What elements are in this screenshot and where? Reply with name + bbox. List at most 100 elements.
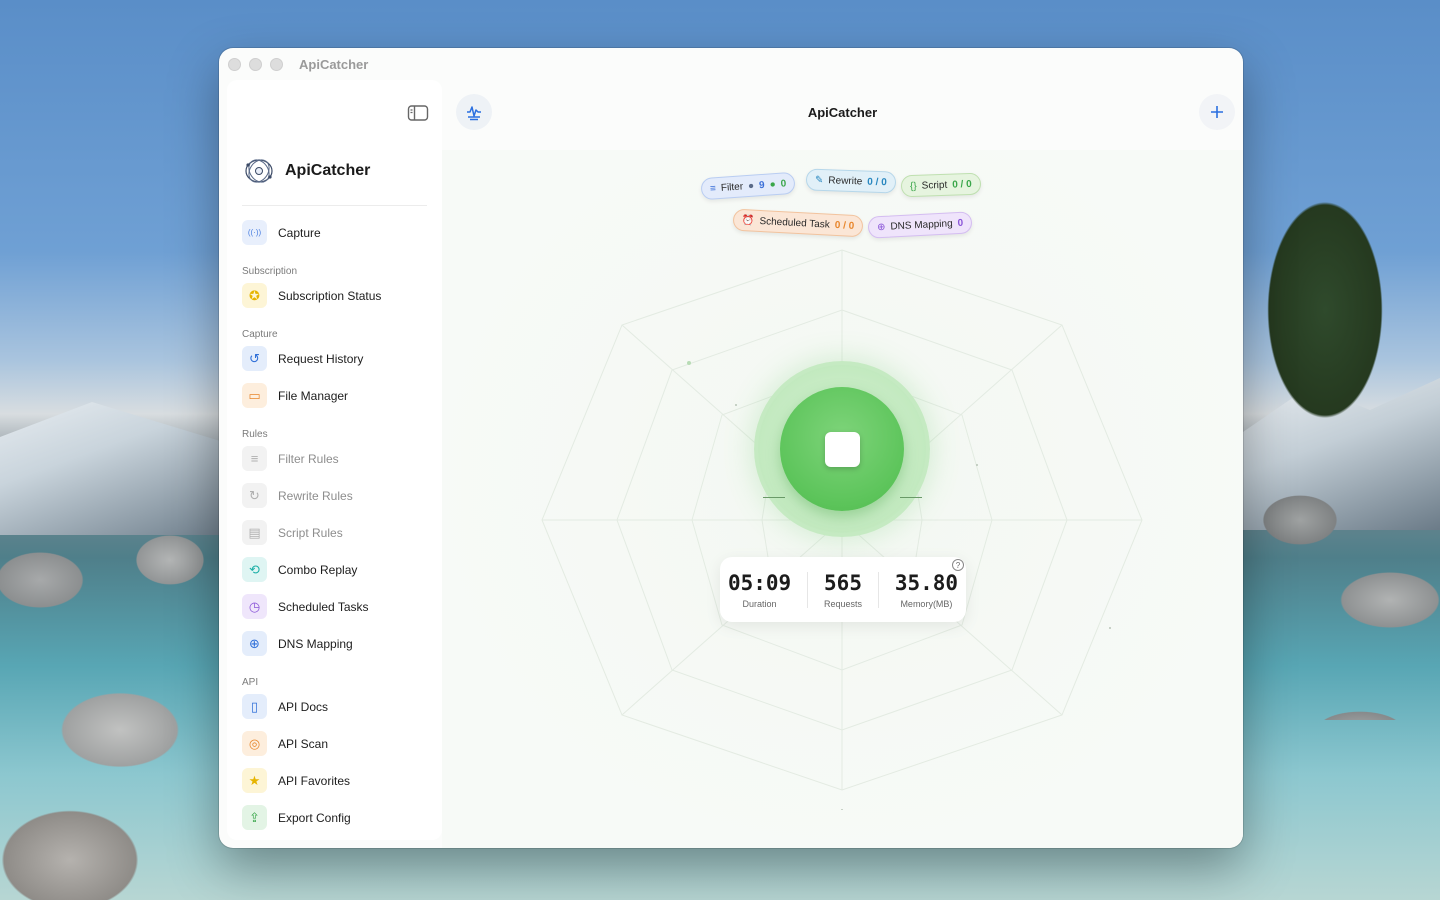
title-bar: ApiCatcher xyxy=(219,48,1243,80)
sidebar-item-label: DNS Mapping xyxy=(278,636,353,651)
sidebar-item-dns-mapping[interactable]: ⊕ DNS Mapping xyxy=(242,625,432,662)
sidebar-item-api-docs[interactable]: ▯ API Docs xyxy=(242,688,432,725)
orb-line-left xyxy=(763,497,785,498)
scheduled-task-chip-label: Scheduled Task xyxy=(759,215,831,231)
filter-chip-count-a: 9 xyxy=(758,179,766,191)
sidebar-item-api-scan[interactable]: ◎ API Scan xyxy=(242,725,432,762)
filter-icon: ≡ xyxy=(709,182,717,195)
sidebar-item-export-config[interactable]: ⇪ Export Config xyxy=(242,799,432,836)
sidebar-section-label: Subscription xyxy=(242,266,298,277)
page-title: ApiCatcher xyxy=(807,105,878,120)
sidebar-item-capture[interactable]: ((·)) Capture xyxy=(242,214,432,251)
timer-icon: ◷ xyxy=(242,594,267,619)
stat-requests: 565 Requests xyxy=(824,571,862,609)
stat-duration: 05:09 Duration xyxy=(728,571,791,609)
globe-icon: ⊕ xyxy=(242,631,267,656)
sidebar-item-label: Script Rules xyxy=(278,525,343,540)
sidebar-section-label: Capture xyxy=(242,329,278,340)
star-badge-icon: ✪ xyxy=(242,283,267,308)
filter-block-icon: ● xyxy=(747,180,755,192)
refresh-icon: ↻ xyxy=(242,483,267,508)
sidebar-item-label: API Favorites xyxy=(278,773,351,788)
memory-value: 35.80 xyxy=(894,570,959,595)
close-window-button[interactable] xyxy=(228,57,241,71)
sidebar-item-file-manager[interactable]: ▭ File Manager xyxy=(242,377,432,414)
sidebar-item-scheduled-tasks[interactable]: ◷ Scheduled Tasks xyxy=(242,588,432,625)
sidebar-item-filter-rules[interactable]: ≡ Filter Rules xyxy=(242,440,432,477)
folder-icon: ▭ xyxy=(242,383,267,408)
sidebar-item-label: Request History xyxy=(278,351,364,366)
sidebar-item-label: File Manager xyxy=(278,388,349,403)
help-icon[interactable]: ? xyxy=(952,559,964,571)
sidebar-item-label: API Scan xyxy=(278,736,329,751)
plus-icon xyxy=(1211,106,1223,118)
sidebar-section-label: Rules xyxy=(242,429,268,440)
sidebar-item-script-rules[interactable]: ▤ Script Rules xyxy=(242,514,432,551)
apicatcher-logo-icon xyxy=(243,156,275,186)
divider xyxy=(877,571,879,608)
dns-mapping-chip-count: 0 xyxy=(957,217,964,229)
stop-icon xyxy=(824,431,860,467)
script-chip[interactable]: {} Script 0 / 0 xyxy=(900,172,982,198)
main-panel: ApiCatcher ≡ Filter ● 9 ● 0 ✎ Rewrite 0 … xyxy=(442,80,1243,848)
sidebar-item-label: Export Config xyxy=(278,810,351,825)
braces-icon: {} xyxy=(909,180,917,192)
sidebar-item-label: Scheduled Tasks xyxy=(278,599,369,614)
desktop-rocks-right xyxy=(1240,460,1440,720)
add-button[interactable] xyxy=(1199,94,1235,130)
sidebar-item-label: Combo Replay xyxy=(278,562,358,577)
script-chip-label: Script xyxy=(921,179,948,192)
sidebar-item-label: Filter Rules xyxy=(278,451,339,466)
divider xyxy=(242,205,427,206)
sidebar-item-label: Rewrite Rules xyxy=(278,488,353,503)
rewrite-chip[interactable]: ✎ Rewrite 0 / 0 xyxy=(805,168,897,194)
globe-icon: ⊕ xyxy=(876,221,886,233)
sidebar-toggle-icon[interactable] xyxy=(407,104,429,122)
sidebar-item-label: Capture xyxy=(278,225,321,240)
star-icon: ★ xyxy=(242,768,267,793)
filter-icon: ≡ xyxy=(242,446,267,471)
rewrite-chip-count: 0 / 0 xyxy=(867,176,887,188)
scheduled-task-chip-count: 0 / 0 xyxy=(834,219,855,232)
sidebar-item-label: Subscription Status xyxy=(278,288,382,303)
sidebar-item-api-favorites[interactable]: ★ API Favorites xyxy=(242,762,432,799)
sidebar-item-subscription-status[interactable]: ✪ Subscription Status xyxy=(242,277,432,314)
zoom-window-button[interactable] xyxy=(270,57,283,71)
filter-allow-icon: ● xyxy=(769,178,777,190)
brand: ApiCatcher xyxy=(243,156,370,186)
export-icon: ⇪ xyxy=(242,805,267,830)
requests-value: 565 xyxy=(824,570,862,595)
filter-chip-count-b: 0 xyxy=(780,177,787,190)
traffic-lights xyxy=(228,57,283,71)
document-icon: ▯ xyxy=(242,694,267,719)
window-title: ApiCatcher xyxy=(299,56,369,72)
sidebar-section-label: API xyxy=(242,677,259,688)
filter-chip-label: Filter xyxy=(720,180,744,194)
antenna-icon: ((·)) xyxy=(242,220,267,245)
script-icon: ▤ xyxy=(242,520,267,545)
dns-mapping-chip-label: DNS Mapping xyxy=(890,217,953,233)
stat-memory: 35.80 Memory(MB) xyxy=(895,571,958,609)
sidebar-item-combo-replay[interactable]: ⟲ Combo Replay xyxy=(242,551,432,588)
sidebar-item-label: API Docs xyxy=(278,699,329,714)
sidebar-item-request-history[interactable]: ↺ Request History xyxy=(242,340,432,377)
app-window: ApiCatcher ApiCatcher ((·)) Capture Subs… xyxy=(219,48,1243,848)
sidebar-item-rewrite-rules[interactable]: ↻ Rewrite Rules xyxy=(242,477,432,514)
capture-toggle-button[interactable] xyxy=(780,387,904,511)
sidebar: ApiCatcher ((·)) Capture Subscription ✪ Subs… xyxy=(227,80,442,840)
minimize-window-button[interactable] xyxy=(249,57,262,71)
alarm-icon: ⏰ xyxy=(741,214,755,227)
desktop-tree xyxy=(1240,150,1410,480)
duration-value: 05:09 xyxy=(727,570,792,595)
sidebar-nav: ((·)) Capture Subscription ✪ Subscription St… xyxy=(242,214,432,836)
brand-name: ApiCatcher xyxy=(285,162,371,179)
desktop-rocks-left xyxy=(0,500,235,900)
history-icon: ↺ xyxy=(242,346,267,371)
divider xyxy=(807,571,809,608)
script-chip-count: 0 / 0 xyxy=(952,178,972,191)
orb-line-right xyxy=(900,497,922,498)
scan-icon: ◎ xyxy=(242,731,267,756)
requests-label: Requests xyxy=(823,598,863,609)
replay-icon: ⟲ xyxy=(242,557,267,582)
memory-label: Memory(MB) xyxy=(900,598,953,609)
